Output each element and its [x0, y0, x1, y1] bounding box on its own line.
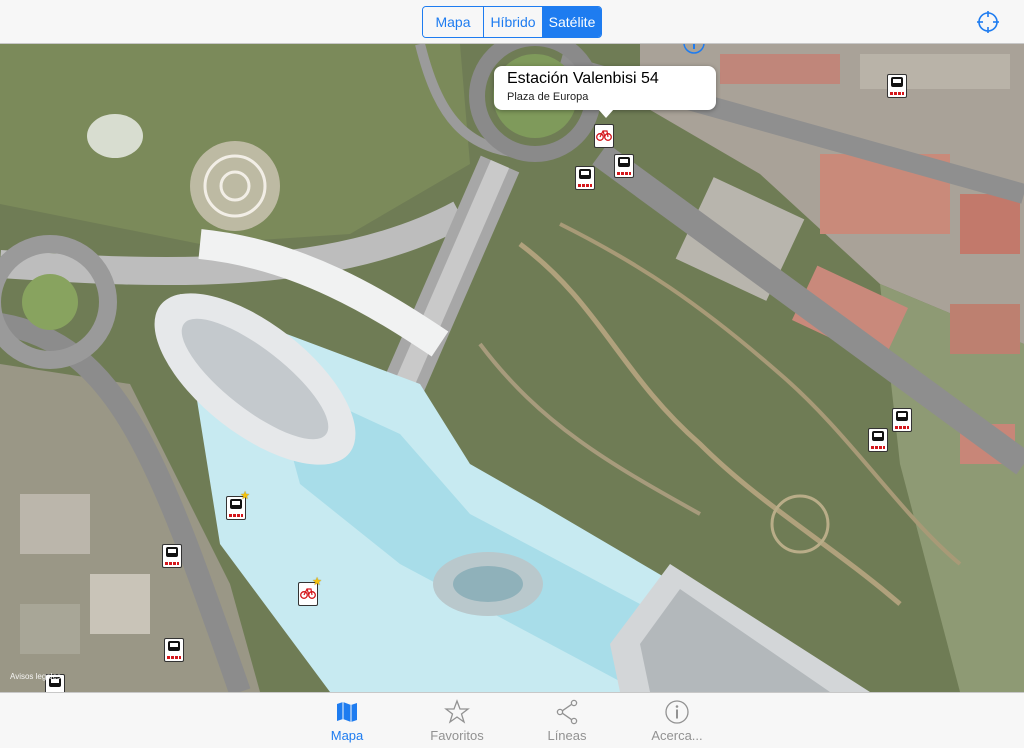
bus-stop-marker[interactable] — [162, 544, 182, 568]
bike-station-marker-favorite[interactable]: ★ — [298, 577, 322, 606]
bus-stripe — [165, 562, 179, 565]
bus-stripe — [578, 184, 592, 187]
bus-stop-marker[interactable] — [575, 166, 595, 190]
satellite-map-view[interactable]: ★ ★ Estación Valenbisi 54 Plaza de Europ… — [0, 44, 1024, 692]
tab-mapa[interactable]: Mapa — [302, 699, 392, 745]
bus-stripe — [167, 656, 181, 659]
bus-stop-icon — [579, 169, 591, 179]
tab-acerca[interactable]: Acerca... — [632, 699, 722, 745]
crosshair-locate-icon[interactable] — [976, 10, 1000, 34]
bus-stop-marker[interactable] — [868, 428, 888, 452]
bus-stop-marker-favorite[interactable]: ★ — [226, 491, 250, 520]
bus-stop-marker[interactable] — [887, 74, 907, 98]
bus-stripe — [617, 172, 631, 175]
map-type-option-mapa[interactable]: Mapa — [423, 7, 483, 37]
map-type-option-hibrido[interactable]: Híbrido — [483, 7, 542, 37]
bus-stop-icon — [168, 641, 180, 651]
bus-stop-marker[interactable] — [164, 638, 184, 662]
tab-label: Favoritos — [430, 728, 484, 743]
tab-label: Líneas — [547, 728, 587, 743]
map-type-option-satelite[interactable]: Satélite — [542, 7, 601, 37]
callout-subtitle: Plaza de Europa — [507, 91, 589, 103]
bus-stripe — [895, 426, 909, 429]
tab-lineas[interactable]: Líneas — [522, 699, 612, 745]
star-outline-icon — [444, 699, 470, 724]
star-icon: ★ — [312, 576, 322, 588]
info-circle-icon — [665, 700, 689, 724]
tab-bar: Mapa Favoritos Líneas Acerca... — [0, 692, 1024, 748]
bike-station-marker[interactable] — [594, 124, 614, 148]
bus-stop-icon — [891, 77, 903, 87]
top-bar: Mapa Híbrido Satélite — [0, 0, 1024, 44]
bus-stripe — [871, 446, 885, 449]
star-icon: ★ — [240, 490, 250, 502]
map-type-segmented-control: Mapa Híbrido Satélite — [422, 6, 602, 38]
bus-stop-icon — [872, 431, 884, 441]
map-legal-link[interactable]: Avisos legales — [10, 672, 61, 681]
callout-title: Estación Valenbisi 54 — [507, 70, 659, 87]
bus-stripe — [229, 514, 243, 517]
bus-stop-icon — [896, 411, 908, 421]
map-icon — [337, 702, 357, 722]
tab-label: Mapa — [330, 728, 364, 743]
tab-favoritos[interactable]: Favoritos — [412, 699, 502, 745]
satellite-imagery — [0, 44, 1024, 692]
bus-stripe — [890, 92, 904, 95]
bus-stop-icon — [618, 157, 630, 167]
share-nodes-icon — [556, 699, 578, 725]
valenbisi-bike-icon — [596, 130, 612, 141]
bus-stop-marker[interactable] — [892, 408, 912, 432]
tab-label: Acerca... — [651, 728, 703, 743]
station-callout[interactable]: Estación Valenbisi 54 Plaza de Europa — [494, 66, 716, 118]
bus-stop-icon — [166, 547, 178, 557]
bus-stop-marker[interactable] — [614, 154, 634, 178]
